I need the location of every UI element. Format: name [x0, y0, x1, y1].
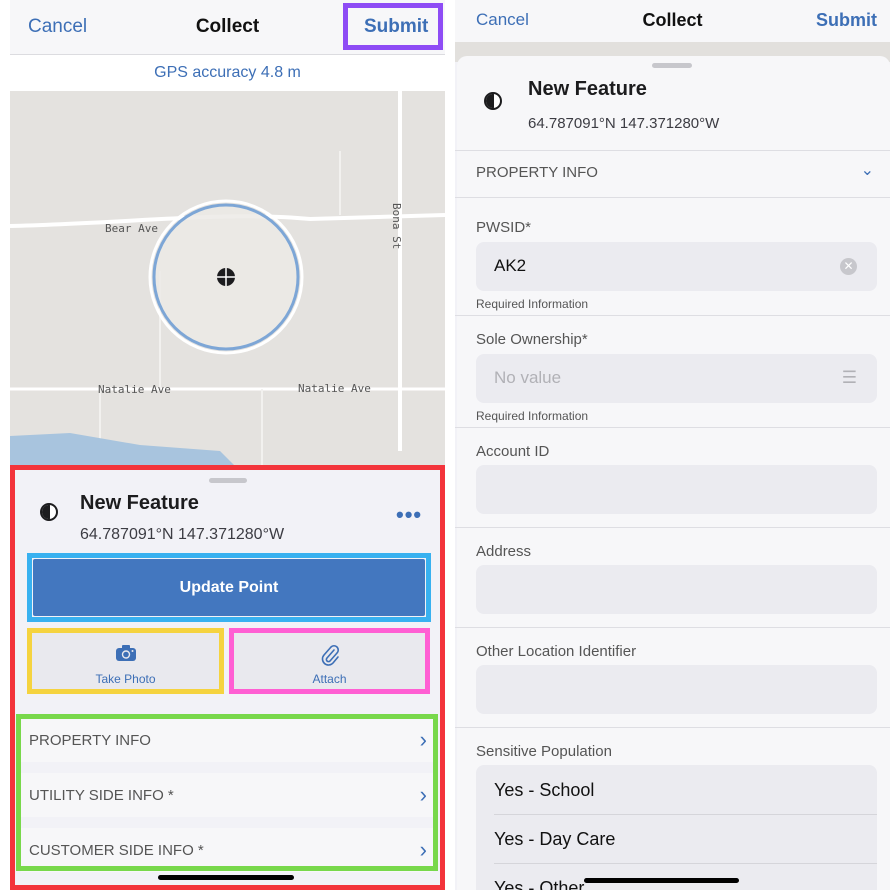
other-location-field[interactable]	[476, 665, 877, 714]
list-icon: ☰	[841, 368, 857, 387]
sheet-grabber[interactable]	[652, 63, 692, 68]
submit-button[interactable]: Submit	[816, 10, 877, 31]
field-label-account-id: Account ID	[476, 443, 550, 460]
divider	[455, 527, 890, 528]
divider	[455, 427, 890, 428]
required-hint: Required Information	[476, 409, 589, 423]
option-item[interactable]: Yes - School	[494, 780, 594, 801]
update-point-button[interactable]: Update Point	[33, 559, 425, 616]
divider	[455, 197, 890, 198]
address-field[interactable]	[476, 565, 877, 614]
feature-point-icon	[40, 503, 58, 521]
sensitive-population-options: Yes - School Yes - Day Care Yes - Other	[476, 765, 877, 890]
feature-coordinates: 64.787091°N 147.371280°W	[80, 526, 285, 543]
street-label: Natalie Ave	[298, 382, 371, 395]
field-label-other-location: Other Location Identifier	[476, 643, 637, 660]
gps-accuracy-status: GPS accuracy 4.8 m	[10, 55, 445, 91]
street-label: Bear Ave	[105, 222, 158, 235]
feature-title: New Feature	[528, 78, 647, 100]
sections-highlight	[16, 714, 438, 871]
feature-form-view: Cancel Collect Submit New Feature 64.787…	[455, 0, 890, 890]
option-divider	[494, 814, 877, 815]
street-label: Natalie Ave	[98, 383, 171, 396]
clear-icon[interactable]: ✕	[840, 258, 857, 275]
street-label: Bona St	[390, 203, 403, 250]
required-hint: Required Information	[476, 297, 589, 311]
field-label-address: Address	[476, 543, 532, 560]
pwsid-value: AK2	[494, 256, 527, 275]
submit-button[interactable]: Submit	[364, 16, 428, 38]
sole-ownership-select[interactable]: No value ☰	[476, 354, 877, 403]
option-item[interactable]: Yes - Day Care	[494, 829, 615, 850]
map-canvas	[10, 91, 445, 481]
feature-coordinates: 64.787091°N 147.371280°W	[528, 115, 720, 132]
paperclip-icon	[234, 644, 425, 671]
field-label-sole-ownership: Sole Ownership*	[476, 331, 588, 348]
pwsid-field[interactable]: AK2 ✕	[476, 242, 877, 291]
map-view[interactable]: Bear Ave Bona St Natalie Ave Natalie Ave	[10, 91, 445, 481]
take-photo-label: Take Photo	[95, 672, 156, 686]
camera-icon	[32, 644, 219, 667]
feature-point-icon	[484, 92, 502, 110]
take-photo-button[interactable]: Take Photo	[27, 628, 224, 694]
more-options-icon[interactable]: •••	[396, 502, 422, 528]
sole-ownership-placeholder: No value	[494, 368, 562, 387]
divider	[455, 627, 890, 628]
divider	[455, 727, 890, 728]
field-label-sensitive-population: Sensitive Population	[476, 743, 612, 760]
divider	[455, 150, 890, 151]
attach-label: Attach	[312, 672, 347, 686]
screenshot-root: Cancel Collect Submit GPS accuracy 4.8 m	[0, 0, 890, 890]
collect-map-view: Cancel Collect Submit GPS accuracy 4.8 m	[10, 0, 445, 890]
attach-button[interactable]: Attach	[229, 628, 430, 694]
option-item[interactable]: Yes - Other	[494, 878, 584, 890]
feature-title: New Feature	[80, 492, 199, 514]
chevron-down-icon[interactable]: ⌄	[861, 160, 874, 180]
account-id-field[interactable]	[476, 465, 877, 514]
home-indicator	[584, 878, 739, 883]
section-header-property-info[interactable]: PROPERTY INFO	[476, 164, 598, 181]
home-indicator	[158, 875, 294, 880]
field-label-pwsid: PWSID*	[476, 219, 532, 236]
sheet-grabber[interactable]	[209, 478, 247, 483]
option-divider	[494, 863, 877, 864]
divider	[455, 315, 890, 316]
